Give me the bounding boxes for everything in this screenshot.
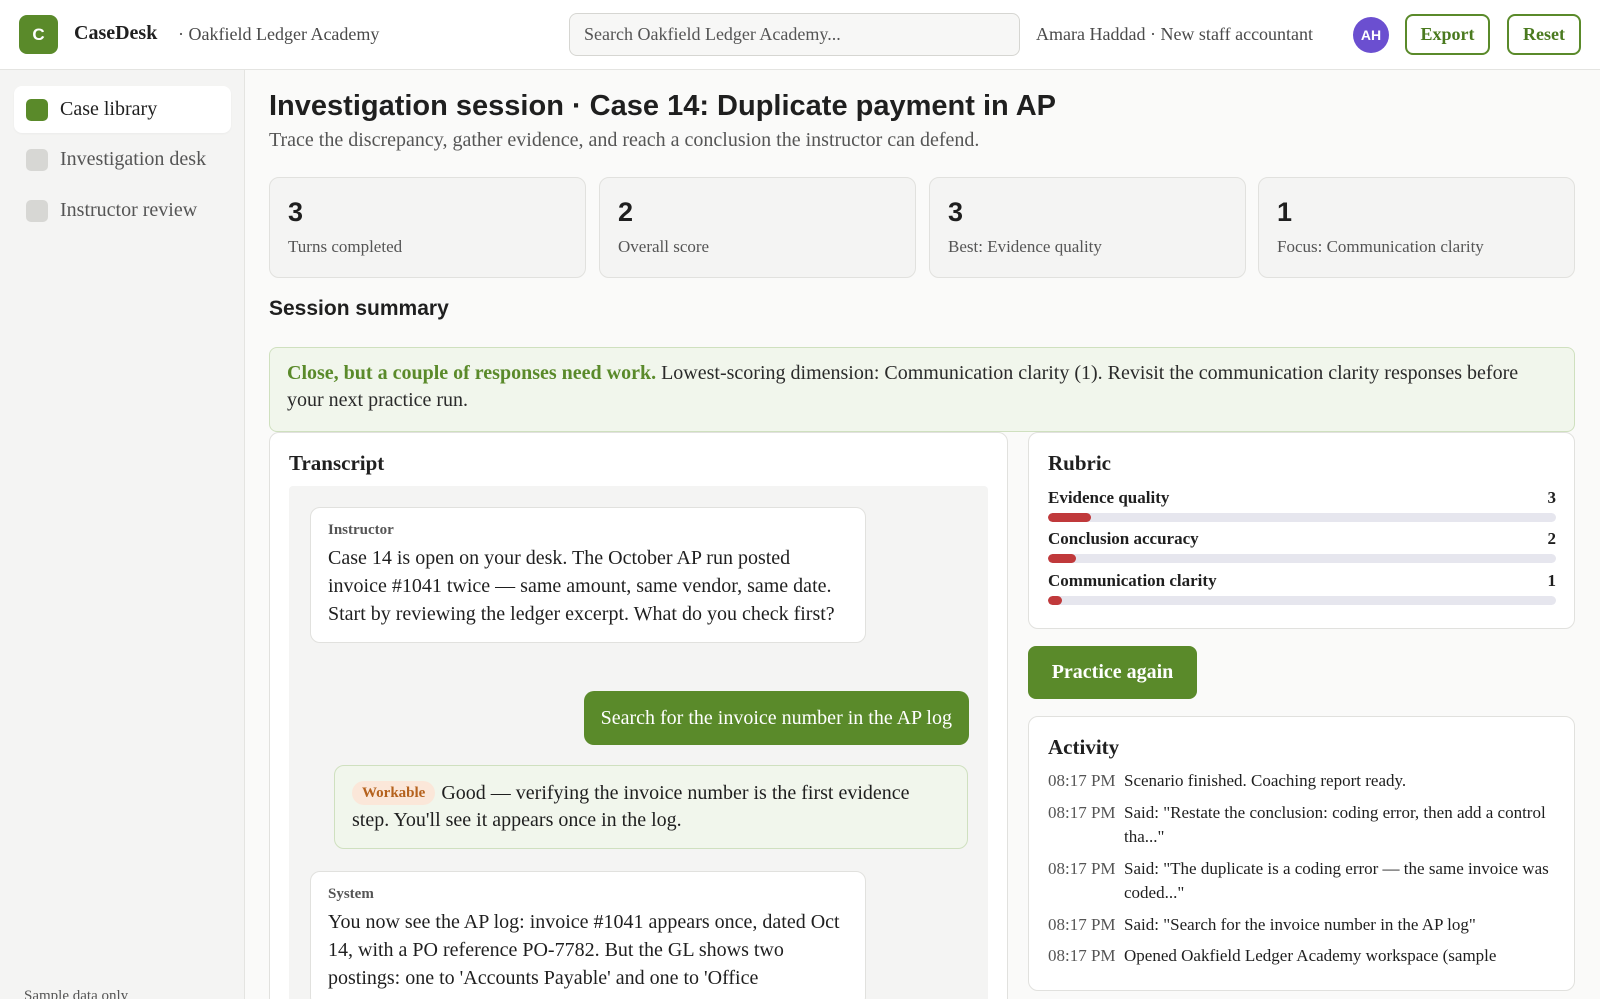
nav-indicator-icon (26, 98, 48, 121)
nav-indicator-icon (26, 148, 48, 171)
sidebar: Case library Investigation desk Instruct… (0, 70, 245, 999)
practice-again-button[interactable]: Practice again (1028, 646, 1197, 699)
sidebar-item-investigation-desk[interactable]: Investigation desk (14, 136, 231, 183)
stat-label: Focus: Communication clarity (1277, 237, 1484, 256)
reset-button[interactable]: Reset (1507, 14, 1581, 55)
message-role: Instructor (328, 522, 394, 538)
app-name: CaseDesk (74, 22, 158, 44)
rubric-label: Evidence quality (1048, 488, 1170, 507)
message-text: Case 14 is open on your desk. The Octobe… (328, 547, 835, 625)
transcript-scroll-area[interactable]: Instructor Case 14 is open on your desk.… (289, 486, 988, 999)
stat-card-focus: 1 Focus: Communication clarity (1258, 177, 1575, 278)
org-name: · Oakfield Ledger Academy (178, 24, 380, 44)
activity-item: 08:17 PM Scenario finished. Coaching rep… (1048, 769, 1558, 793)
rubric-bar-track (1048, 554, 1556, 563)
user-message: Search for the invoice number in the AP … (583, 691, 969, 745)
session-summary-box: Close, but a couple of responses need wo… (269, 347, 1575, 432)
rubric-panel: Rubric Evidence quality 3 Conclusion acc… (1028, 432, 1575, 629)
rubric-label: Communication clarity (1048, 571, 1217, 590)
sidebar-footer: Sample data only (24, 988, 129, 999)
rubric-row-evidence-quality: Evidence quality 3 (1048, 488, 1557, 522)
sidebar-item-case-library[interactable]: Case library (14, 86, 231, 133)
rubric-row-conclusion-accuracy: Conclusion accuracy 2 (1048, 529, 1557, 563)
message-role: System (328, 886, 374, 902)
activity-time: 08:17 PM (1048, 859, 1116, 878)
rubric-score: 2 (1547, 529, 1557, 548)
sidebar-item-label: Case library (60, 98, 158, 120)
rubric-bar-track (1048, 513, 1556, 522)
activity-item: 08:17 PM Said: "Restate the conclusion: … (1048, 801, 1558, 849)
nav-indicator-icon (26, 199, 48, 222)
feedback-message: Workable Good — verifying the invoice num… (334, 765, 968, 849)
stat-card-overall-score: 2 Overall score (599, 177, 916, 278)
stat-label: Best: Evidence quality (948, 237, 1102, 256)
rubric-score: 3 (1547, 488, 1557, 507)
rubric-title: Rubric (1048, 451, 1111, 475)
activity-time: 08:17 PM (1048, 803, 1116, 822)
stat-card-best: 3 Best: Evidence quality (929, 177, 1246, 278)
feedback-tag: Workable (352, 781, 436, 805)
instructor-message: Instructor Case 14 is open on your desk.… (310, 507, 866, 643)
rubric-score: 1 (1547, 571, 1557, 590)
search-input[interactable] (569, 13, 1020, 56)
activity-panel: Activity 08:17 PM Scenario finished. Coa… (1028, 716, 1575, 991)
activity-title: Activity (1048, 735, 1120, 759)
rubric-bar-fill (1048, 513, 1091, 522)
stat-value: 3 (288, 197, 304, 227)
transcript-title: Transcript (289, 451, 385, 475)
activity-time: 08:17 PM (1048, 771, 1116, 790)
message-text: You now see the AP log: invoice #1041 ap… (328, 911, 840, 989)
activity-item: 08:17 PM Opened Oakfield Ledger Academy … (1048, 944, 1558, 968)
export-button[interactable]: Export (1405, 14, 1490, 55)
page-subtitle: Trace the discrepancy, gather evidence, … (269, 129, 980, 151)
app-logo[interactable]: C (19, 15, 58, 54)
stat-card-turns: 3 Turns completed (269, 177, 586, 278)
stat-value: 2 (618, 197, 634, 227)
stat-label: Turns completed (288, 237, 403, 256)
feedback-text: Good — verifying the invoice number is t… (352, 782, 910, 831)
rubric-bar-fill (1048, 554, 1077, 563)
transcript-panel: Transcript Instructor Case 14 is open on… (269, 432, 1008, 999)
rubric-bar-fill (1048, 596, 1063, 605)
activity-text: Said: "The duplicate is a coding error —… (1124, 859, 1549, 902)
summary-headline: Close, but a couple of responses need wo… (287, 362, 657, 384)
activity-item: 08:17 PM Said: "Search for the invoice n… (1048, 913, 1558, 937)
stat-label: Overall score (618, 237, 710, 256)
activity-text: Scenario finished. Coaching report ready… (1124, 771, 1407, 790)
system-message: System You now see the AP log: invoice #… (310, 871, 866, 999)
activity-text: Said: "Search for the invoice number in … (1124, 915, 1476, 934)
user-name: Amara Haddad · New staff accountant (1036, 24, 1314, 44)
stat-value: 3 (948, 197, 964, 227)
rubric-row-communication-clarity: Communication clarity 1 (1048, 571, 1557, 605)
activity-item: 08:17 PM Said: "The duplicate is a codin… (1048, 857, 1558, 905)
sidebar-item-instructor-review[interactable]: Instructor review (14, 187, 231, 234)
activity-time: 08:17 PM (1048, 915, 1116, 934)
activity-time: 08:17 PM (1048, 946, 1116, 965)
sidebar-item-label: Investigation desk (60, 148, 207, 170)
activity-text: Said: "Restate the conclusion: coding er… (1124, 803, 1546, 846)
session-summary-title: Session summary (269, 297, 449, 320)
rubric-label: Conclusion accuracy (1048, 529, 1199, 548)
sidebar-item-label: Instructor review (60, 199, 198, 221)
rubric-bar-track (1048, 596, 1556, 605)
activity-text: Opened Oakfield Ledger Academy workspace… (1124, 946, 1497, 965)
avatar[interactable]: AH (1353, 17, 1389, 53)
stat-value: 1 (1277, 197, 1293, 227)
page-title: Investigation session · Case 14: Duplica… (269, 90, 1056, 122)
top-bar: C CaseDesk · Oakfield Ledger Academy Ama… (0, 0, 1600, 70)
